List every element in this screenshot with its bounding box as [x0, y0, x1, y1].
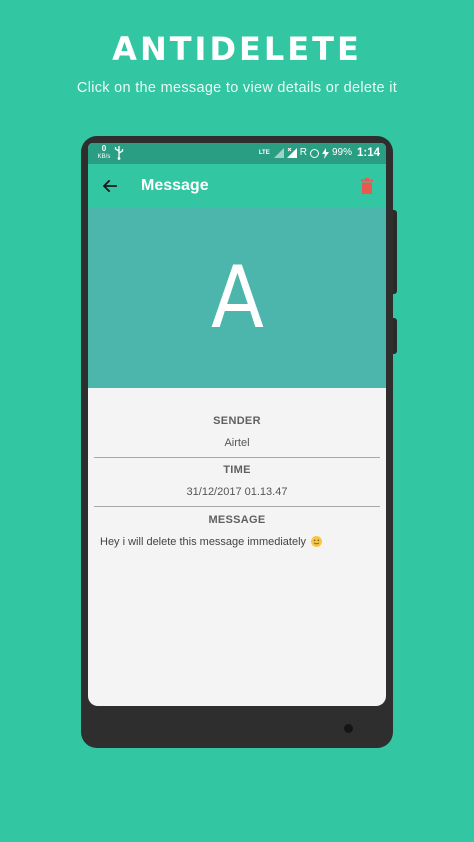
time-label: TIME — [223, 464, 251, 476]
lte-label: LTE — [258, 150, 270, 156]
divider — [94, 457, 380, 458]
divider — [94, 506, 380, 507]
avatar-letter: A — [210, 248, 264, 348]
network-speed: 0 KB/s — [96, 145, 112, 161]
network-speed-unit: KB/s — [97, 154, 111, 160]
battery-level: 99% — [331, 147, 352, 158]
power-button — [393, 318, 397, 354]
message-text: Hey i will delete this message immediate… — [100, 536, 307, 548]
signal-no-data-icon — [286, 148, 297, 158]
message-label: MESSAGE — [208, 514, 266, 526]
time-value: 31/12/2017 01.13.47 — [186, 486, 288, 498]
network-speed-value: 0 — [101, 144, 107, 153]
message-body: Hey i will delete this message immediate… — [100, 536, 323, 548]
status-bar: 0 KB/s LTE R 99% 1:14 — [88, 143, 386, 164]
arrow-left-icon — [103, 180, 117, 192]
charging-icon — [321, 147, 329, 159]
phone-screen: 0 KB/s LTE R 99% 1:14 Message A SENDER A… — [88, 143, 386, 706]
back-button[interactable] — [98, 174, 122, 198]
page-title: Message — [141, 177, 209, 194]
sender-label: SENDER — [213, 415, 261, 427]
home-indicator — [344, 724, 353, 733]
roaming-indicator: R — [299, 147, 307, 158]
trash-icon — [361, 178, 373, 194]
smiling-face-icon — [311, 536, 323, 547]
sender-value: Airtel — [224, 437, 250, 449]
volume-button — [393, 210, 397, 294]
app-bar: Message — [88, 164, 386, 208]
clock: 1:14 — [356, 147, 380, 159]
promo-subtitle: Click on the message to view details or … — [76, 80, 398, 96]
promo-title: ANTIDELETE — [112, 30, 362, 68]
delete-button[interactable] — [358, 175, 376, 197]
sync-icon — [309, 148, 319, 158]
usb-icon — [114, 146, 124, 160]
sender-avatar-panel: A — [88, 208, 386, 388]
signal-icon — [273, 148, 284, 158]
